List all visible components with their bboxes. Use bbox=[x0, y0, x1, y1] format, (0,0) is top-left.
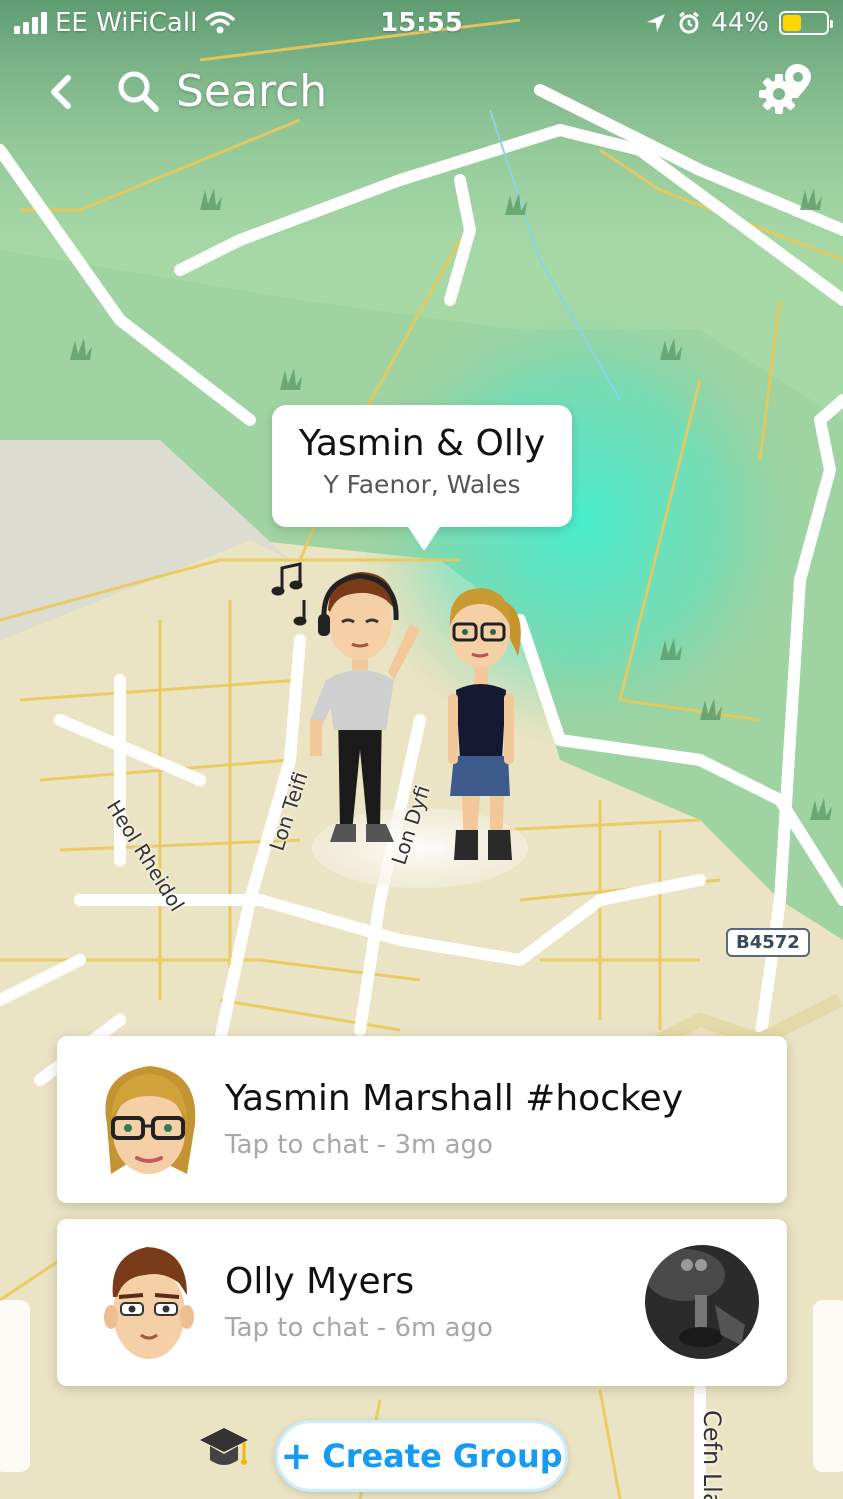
alarm-icon bbox=[679, 11, 700, 34]
location-callout[interactable]: Yasmin & Olly Y Faenor, Wales bbox=[272, 405, 572, 551]
map-settings-button[interactable] bbox=[755, 60, 815, 120]
top-bar: Search bbox=[0, 56, 843, 126]
status-bar: EE WiFiCall 15:55 44% bbox=[0, 0, 843, 48]
story-thumbnail[interactable] bbox=[645, 1245, 759, 1359]
chevron-left-icon bbox=[51, 75, 71, 109]
create-group-button[interactable]: + Create Group bbox=[275, 1420, 568, 1492]
olly-avatar bbox=[104, 1247, 194, 1359]
status-right: 44% bbox=[645, 8, 833, 38]
friend-card-olly[interactable]: Olly Myers Tap to chat - 6m ago bbox=[57, 1219, 787, 1386]
create-group-label: Create Group bbox=[322, 1437, 563, 1475]
friend-card-yasmin[interactable]: Yasmin Marshall #hockey Tap to chat - 3m… bbox=[57, 1036, 787, 1203]
search-label: Search bbox=[176, 65, 328, 117]
yasmin-avatar bbox=[105, 1066, 196, 1174]
road-number-badge: B4572 bbox=[726, 928, 810, 957]
battery-level bbox=[783, 15, 802, 31]
friend-status: Tap to chat - 3m ago bbox=[225, 1130, 493, 1160]
right-drawer-tab[interactable] bbox=[813, 1300, 843, 1472]
friend-name: Olly Myers bbox=[225, 1261, 415, 1302]
battery-icon bbox=[779, 11, 833, 35]
road-label: Cefn Lla bbox=[698, 1410, 726, 1499]
back-button[interactable] bbox=[38, 66, 88, 116]
friend-status: Tap to chat - 6m ago bbox=[225, 1313, 493, 1343]
callout-subtitle: Y Faenor, Wales bbox=[323, 470, 521, 499]
graduation-cap-icon[interactable] bbox=[196, 1420, 252, 1476]
battery-percent: 44% bbox=[711, 8, 769, 38]
olly-bitmoji bbox=[310, 572, 420, 842]
search-button[interactable]: Search bbox=[116, 62, 327, 120]
bitmoji-pair[interactable] bbox=[270, 560, 540, 890]
search-icon bbox=[118, 71, 159, 112]
gear-location-icon bbox=[759, 64, 811, 114]
plus-icon: + bbox=[280, 1434, 313, 1478]
location-arrow-icon bbox=[647, 14, 666, 32]
yasmin-bitmoji bbox=[448, 588, 521, 860]
friend-name: Yasmin Marshall #hockey bbox=[225, 1078, 683, 1119]
music-notes-icon bbox=[271, 562, 307, 626]
callout-title: Yasmin & Olly bbox=[298, 423, 546, 464]
left-drawer-tab[interactable] bbox=[0, 1300, 30, 1472]
